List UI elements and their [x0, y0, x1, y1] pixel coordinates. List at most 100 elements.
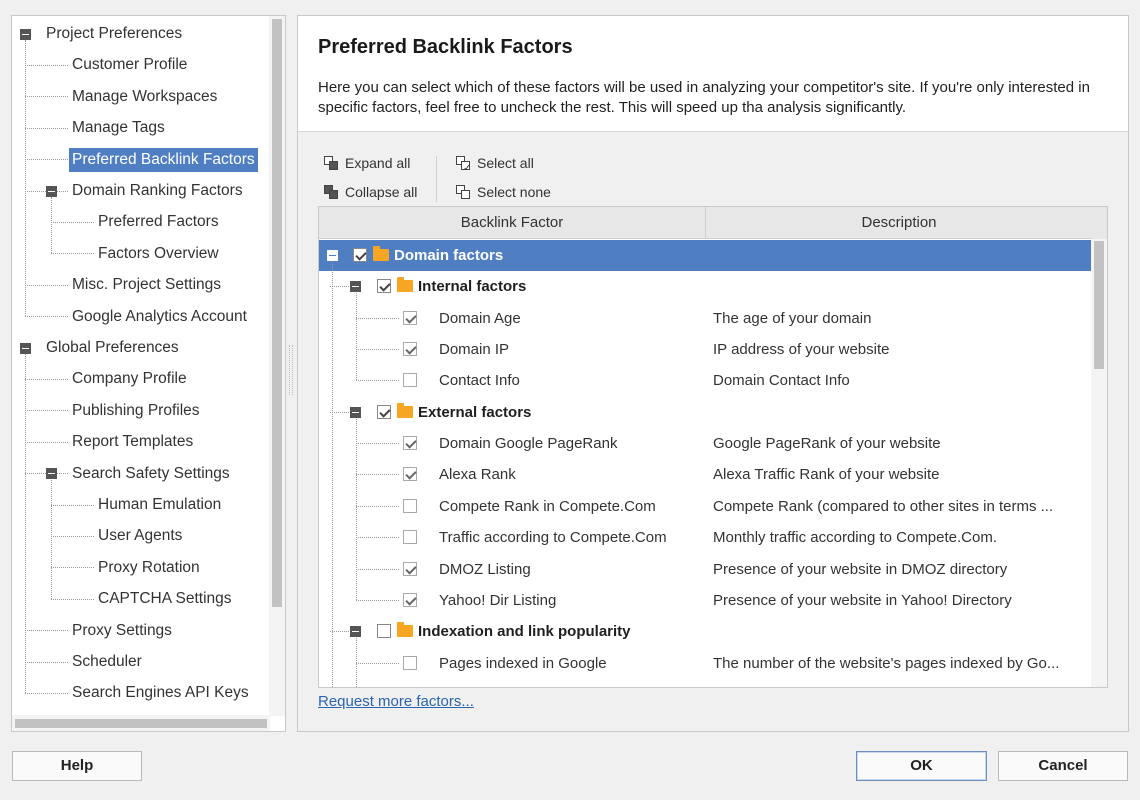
collapse-all-icon	[324, 185, 340, 199]
column-header-backlink-factor[interactable]: Backlink Factor	[319, 207, 706, 239]
tree-item[interactable]: Preferred Factors	[95, 206, 222, 237]
select-all-label: Select all	[477, 155, 534, 171]
factor-checkbox[interactable]	[377, 279, 391, 293]
expand-all-button[interactable]: Expand all	[324, 152, 410, 174]
collapse-all-button[interactable]: Collapse all	[324, 181, 417, 203]
grid-factor-row[interactable]: Alexa Rank Alexa Traffic Rank of your web…	[319, 459, 1091, 490]
tree-item-label: Domain Ranking Factors	[72, 182, 243, 199]
tree-item[interactable]: Manage Workspaces	[69, 81, 220, 112]
tree-item[interactable]: Human Emulation	[95, 489, 224, 520]
collapse-group-icon[interactable]	[350, 626, 361, 637]
column-header-description[interactable]: Description	[706, 207, 1092, 239]
tree-item[interactable]: Scheduler	[69, 646, 145, 677]
factor-checkbox[interactable]	[403, 530, 417, 544]
tree-hscroll-thumb[interactable]	[15, 719, 267, 728]
tree-item[interactable]: Customer Profile	[69, 49, 190, 80]
tree-item[interactable]: Project Preferences	[43, 18, 185, 49]
factor-checkbox[interactable]	[403, 467, 417, 481]
factor-checkbox[interactable]	[403, 499, 417, 513]
folder-icon	[397, 622, 413, 637]
grid-factor-row[interactable]: Domain Age The age of your domain	[319, 303, 1091, 334]
folder-icon	[373, 246, 389, 261]
tree-collapse-toggle-icon[interactable]	[46, 186, 57, 197]
factor-checkbox[interactable]	[403, 342, 417, 356]
request-more-factors-link[interactable]: Request more factors...	[318, 693, 474, 710]
preferences-tree-panel: Project Preferences Customer Profile Manag…	[11, 15, 286, 732]
collapse-group-icon[interactable]	[350, 407, 361, 418]
grid-factor-row[interactable]: Yahoo! Dir Listing Presence of your websi…	[319, 585, 1091, 616]
select-none-button[interactable]: Select none	[456, 181, 551, 203]
factor-checkbox[interactable]	[353, 248, 367, 262]
tree-item[interactable]: Company Profile	[69, 363, 190, 394]
grid-vscroll-thumb[interactable]	[1094, 241, 1104, 369]
grid-group-row[interactable]: Internal factors	[319, 271, 1091, 302]
factor-checkbox[interactable]	[377, 624, 391, 638]
factor-name: Alexa Rank	[439, 466, 516, 483]
tree-item[interactable]: CAPTCHA Settings	[95, 583, 235, 614]
tree-item[interactable]: Report Templates	[69, 426, 196, 457]
grid-factor-row[interactable]: DMOZ Listing Presence of your website in …	[319, 554, 1091, 585]
grid-tree-connector	[356, 318, 399, 319]
tree-item[interactable]: Factors Overview	[95, 238, 222, 269]
tree-item[interactable]: Manage Tags	[69, 112, 168, 143]
tree-item[interactable]: Global Preferences	[43, 332, 182, 363]
grid-factor-row[interactable]: Contact Info Domain Contact Info	[319, 365, 1091, 396]
tree-item-label: Report Templates	[72, 433, 194, 450]
grid-factor-row[interactable]: Compete Rank in Compete.Com Compete Rank …	[319, 491, 1091, 522]
grid-factor-row[interactable]: Domain IP IP address of your website	[319, 334, 1091, 365]
factor-checkbox[interactable]	[403, 373, 417, 387]
grid-group-row[interactable]: Domain factors	[319, 240, 1091, 271]
tree-vscroll-thumb[interactable]	[272, 19, 282, 607]
tree-item-label: Manage Workspaces	[72, 88, 218, 105]
tree-item[interactable]: Publishing Profiles	[69, 395, 203, 426]
tree-item[interactable]: Proxy Rotation	[95, 552, 203, 583]
tree-item[interactable]: Misc. Project Settings	[69, 269, 224, 300]
factor-description: Google PageRank of your website	[713, 435, 941, 452]
tree-item-label: Google Analytics Account	[72, 308, 247, 325]
tree-connector	[51, 480, 52, 599]
tree-collapse-toggle-icon[interactable]	[20, 343, 31, 354]
grid-factor-row[interactable]: Domain Google PageRank Google PageRank of…	[319, 428, 1091, 459]
tree-item[interactable]: Search Safety Settings	[69, 458, 233, 489]
collapse-group-icon[interactable]	[350, 281, 361, 292]
grid-vertical-scrollbar[interactable]	[1091, 239, 1107, 687]
factor-description: Alexa Traffic Rank of your website	[713, 466, 940, 483]
tree-collapse-toggle-icon[interactable]	[20, 29, 31, 40]
select-all-button[interactable]: Select all	[456, 152, 534, 180]
tree-item-label: Proxy Settings	[72, 622, 172, 639]
factor-checkbox[interactable]	[377, 405, 391, 419]
help-button[interactable]: Help	[12, 751, 142, 781]
factor-checkbox[interactable]	[403, 436, 417, 450]
cancel-button[interactable]: Cancel	[998, 751, 1128, 781]
grid-factor-row[interactable]: Pages indexed in Google The number of the…	[319, 648, 1091, 679]
tree-item-label: Preferred Backlink Factors	[69, 148, 258, 172]
tree-item-label: Search Engines API Keys	[72, 684, 249, 701]
grid-factor-row[interactable]: Traffic according to Compete.Com Monthly …	[319, 522, 1091, 553]
grid-group-row[interactable]: External factors	[319, 397, 1091, 428]
tree-connector	[25, 40, 26, 316]
panel-splitter[interactable]	[289, 345, 293, 395]
tree-connector	[25, 379, 68, 380]
factor-checkbox[interactable]	[403, 593, 417, 607]
ok-button[interactable]: OK	[856, 751, 987, 781]
factor-checkbox[interactable]	[403, 311, 417, 325]
factor-checkbox[interactable]	[403, 656, 417, 670]
tree-item[interactable]: Domain Ranking Factors	[69, 175, 246, 206]
tree-item[interactable]: Google Analytics Account	[69, 301, 250, 332]
tree-collapse-toggle-icon[interactable]	[46, 468, 57, 479]
tree-item[interactable]: Preferred Backlink Factors	[69, 144, 258, 175]
grid-group-row[interactable]: Indexation and link popularity	[319, 616, 1091, 647]
expand-all-icon	[324, 156, 340, 170]
tree-item[interactable]: User Agents	[95, 520, 185, 551]
tree-connector	[51, 505, 94, 506]
collapse-group-icon[interactable]	[327, 250, 338, 261]
tree-item[interactable]: Proxy Settings	[69, 615, 175, 646]
tree-item-label: CAPTCHA Settings	[98, 590, 232, 607]
grid-tree-connector	[332, 262, 333, 687]
tree-item-label: Manage Tags	[72, 119, 165, 136]
tree-item[interactable]: Search Engines API Keys	[69, 677, 252, 708]
factor-checkbox[interactable]	[403, 562, 417, 576]
tree-connector	[25, 354, 26, 693]
tree-vertical-scrollbar[interactable]	[269, 16, 285, 716]
tree-horizontal-scrollbar[interactable]	[12, 715, 270, 731]
